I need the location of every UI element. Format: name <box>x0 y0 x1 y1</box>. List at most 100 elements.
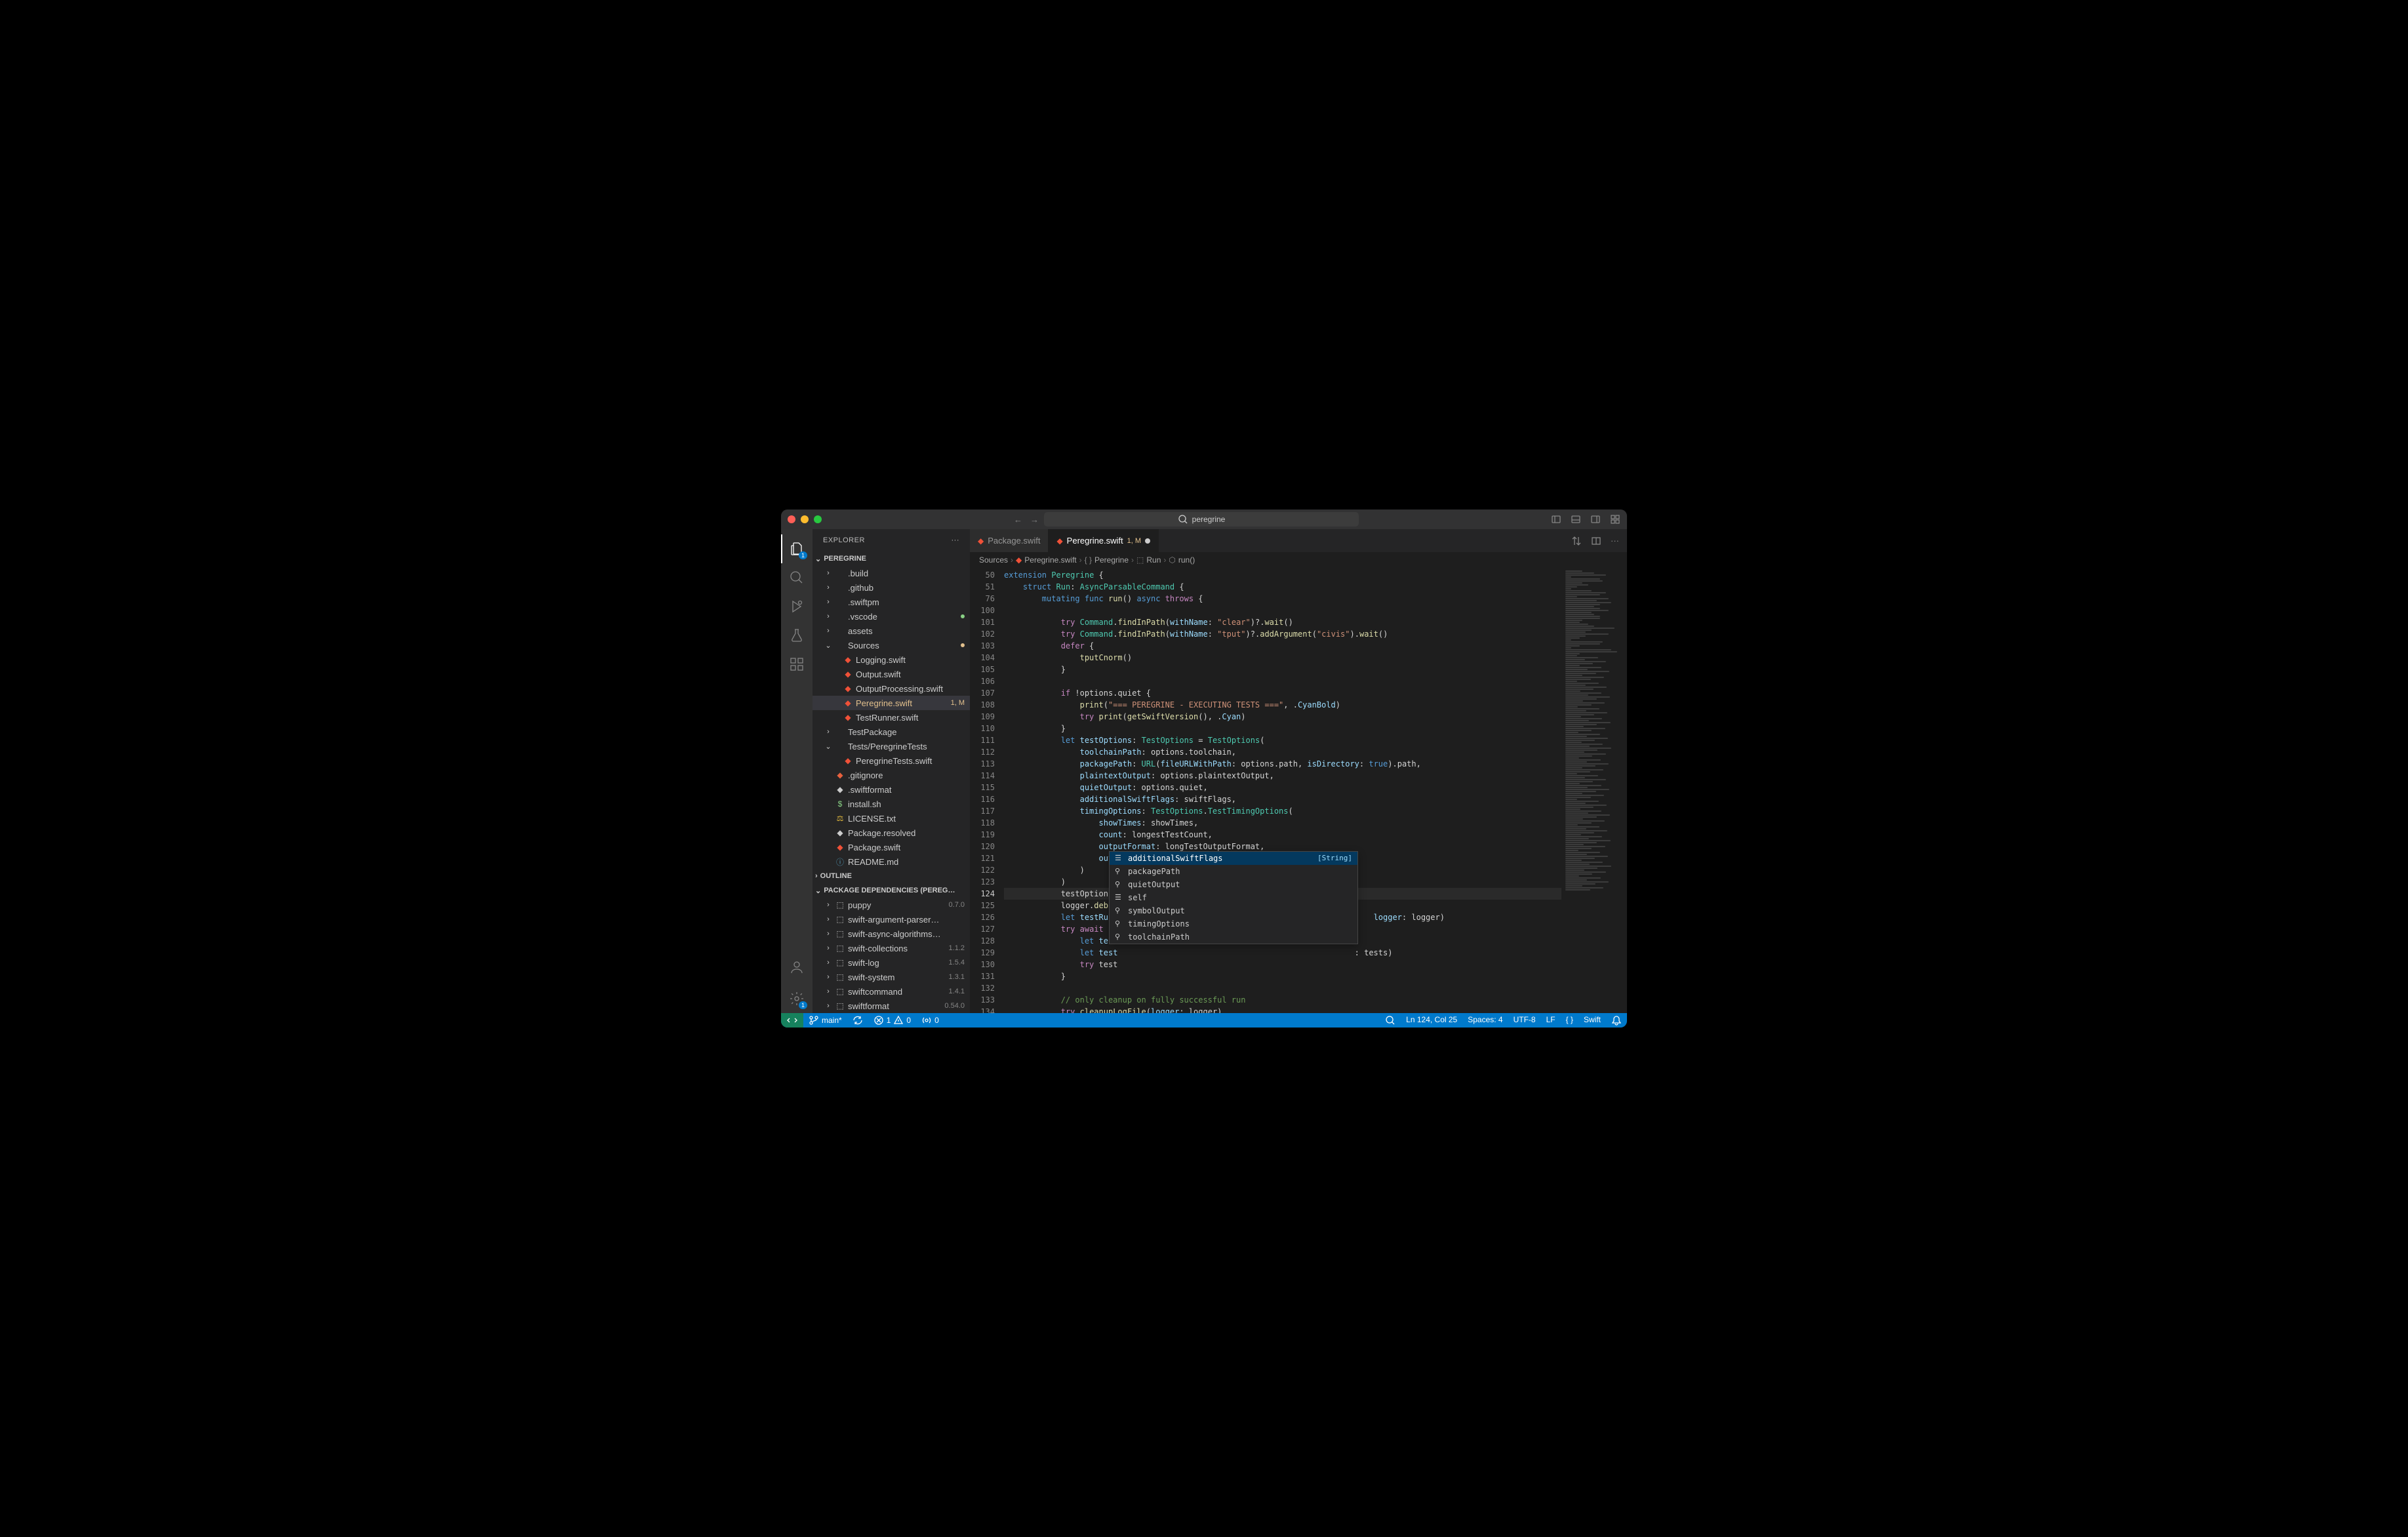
tree-item[interactable]: ›assets <box>813 624 970 638</box>
layout-sidebar-right-icon[interactable] <box>1590 514 1601 525</box>
line-number[interactable]: 133 <box>970 994 995 1006</box>
split-editor-icon[interactable] <box>1591 536 1601 546</box>
suggest-item[interactable]: ⚲symbolOutput <box>1110 904 1357 917</box>
indentation[interactable]: Spaces: 4 <box>1462 1015 1508 1024</box>
minimap[interactable] <box>1561 568 1627 1013</box>
code-area[interactable]: extension Peregrine { struct Run: AsyncP… <box>1004 568 1561 1013</box>
line-number[interactable]: 101 <box>970 616 995 628</box>
line-number[interactable]: 108 <box>970 699 995 711</box>
tree-item[interactable]: ◆Package.resolved <box>813 826 970 840</box>
dep-item[interactable]: ›⬚swift-argument-parser… <box>813 912 970 927</box>
line-number[interactable]: 118 <box>970 817 995 829</box>
line-number[interactable]: 106 <box>970 675 995 687</box>
tree-item[interactable]: ◆Logging.swift <box>813 652 970 667</box>
tree-item[interactable]: ◆Output.swift <box>813 667 970 681</box>
dep-item[interactable]: ›⬚swift-collections1.1.2 <box>813 941 970 955</box>
editor-tab[interactable]: ◆Package.swift <box>970 529 1049 552</box>
line-number[interactable]: 50 <box>970 569 995 581</box>
line-number[interactable]: 130 <box>970 959 995 970</box>
line-number[interactable]: 109 <box>970 711 995 723</box>
activity-extensions[interactable] <box>781 650 813 679</box>
dep-item[interactable]: ›⬚puppy0.7.0 <box>813 898 970 912</box>
project-section-header[interactable]: ⌄ PEREGRINE <box>813 551 970 566</box>
activity-search[interactable] <box>781 563 813 592</box>
radio-button[interactable]: 0 <box>916 1013 944 1028</box>
tree-item[interactable]: ◆PeregrineTests.swift <box>813 753 970 768</box>
layout-panel-icon[interactable] <box>1571 514 1581 525</box>
breadcrumb-item[interactable]: Sources <box>979 555 1008 565</box>
line-number[interactable]: 51 <box>970 581 995 593</box>
line-number[interactable]: 111 <box>970 734 995 746</box>
line-number[interactable]: 128 <box>970 935 995 947</box>
nav-forward-button[interactable]: → <box>1030 515 1039 525</box>
line-number[interactable]: 131 <box>970 970 995 982</box>
tree-item[interactable]: ◆OutputProcessing.swift <box>813 681 970 696</box>
tree-item[interactable]: ◆TestRunner.swift <box>813 710 970 725</box>
tree-item[interactable]: ›.build <box>813 566 970 580</box>
nav-back-button[interactable]: ← <box>1014 515 1022 525</box>
suggest-item[interactable]: ☰self <box>1110 891 1357 904</box>
tree-item[interactable]: ›.vscode <box>813 609 970 624</box>
line-number[interactable]: 105 <box>970 664 995 675</box>
activity-testing[interactable] <box>781 621 813 650</box>
tree-item[interactable]: ◆Peregrine.swift1, M <box>813 696 970 710</box>
line-number[interactable]: 121 <box>970 852 995 864</box>
line-number[interactable]: 132 <box>970 982 995 994</box>
line-number[interactable]: 119 <box>970 829 995 841</box>
sync-button[interactable] <box>847 1013 868 1028</box>
line-number[interactable]: 126 <box>970 911 995 923</box>
suggest-item[interactable]: ⚲packagePath <box>1110 865 1357 878</box>
search-toggle[interactable] <box>1380 1015 1401 1026</box>
tree-item[interactable]: ◆Package.swift <box>813 840 970 854</box>
line-number[interactable]: 116 <box>970 793 995 805</box>
layout-customize-icon[interactable] <box>1610 514 1620 525</box>
line-number[interactable]: 113 <box>970 758 995 770</box>
problems-button[interactable]: 1 0 <box>868 1013 916 1028</box>
outline-section-header[interactable]: › OUTLINE <box>813 869 970 883</box>
suggest-item[interactable]: ⚲timingOptions <box>1110 917 1357 930</box>
dep-item[interactable]: ›⬚swift-system1.3.1 <box>813 970 970 984</box>
eol[interactable]: LF <box>1541 1015 1561 1024</box>
deps-section-header[interactable]: ⌄ PACKAGE DEPENDENCIES (PEREG… <box>813 883 970 898</box>
dep-item[interactable]: ›⬚swift-log1.5.4 <box>813 955 970 970</box>
tree-item[interactable]: ⓘREADME.md <box>813 854 970 869</box>
tree-item[interactable]: ◆.swiftformat <box>813 782 970 797</box>
breadcrumb-item[interactable]: Peregrine <box>1094 555 1129 565</box>
line-number[interactable]: 115 <box>970 782 995 793</box>
dep-item[interactable]: ›⬚swiftformat0.54.0 <box>813 999 970 1013</box>
dep-item[interactable]: ›⬚swiftcommand1.4.1 <box>813 984 970 999</box>
maximize-window-button[interactable] <box>814 515 822 523</box>
line-number[interactable]: 134 <box>970 1006 995 1013</box>
tree-item[interactable]: ⌄Sources <box>813 638 970 652</box>
tree-item[interactable]: ⚖LICENSE.txt <box>813 811 970 826</box>
minimize-window-button[interactable] <box>801 515 809 523</box>
dep-item[interactable]: ›⬚swift-async-algorithms… <box>813 927 970 941</box>
tree-item[interactable]: ›.swiftpm <box>813 595 970 609</box>
tree-item[interactable]: ›TestPackage <box>813 725 970 739</box>
suggest-item[interactable]: ☰additionalSwiftFlags[String] <box>1110 852 1357 865</box>
tree-item[interactable]: ◆.gitignore <box>813 768 970 782</box>
line-number[interactable]: 107 <box>970 687 995 699</box>
notifications[interactable] <box>1606 1015 1627 1026</box>
tree-item[interactable]: ›.github <box>813 580 970 595</box>
language-mode[interactable]: Swift <box>1578 1015 1606 1024</box>
branch-button[interactable]: main* <box>803 1013 847 1028</box>
activity-account[interactable] <box>781 953 813 982</box>
cursor-position[interactable]: Ln 124, Col 25 <box>1401 1015 1462 1024</box>
compare-icon[interactable] <box>1571 536 1582 546</box>
line-number[interactable]: 127 <box>970 923 995 935</box>
more-actions-icon[interactable]: ··· <box>1611 536 1619 546</box>
line-number[interactable]: 104 <box>970 652 995 664</box>
tree-item[interactable]: ⌄Tests/PeregrineTests <box>813 739 970 753</box>
activity-settings[interactable]: 1 <box>781 984 813 1013</box>
sidebar-more-icon[interactable]: ··· <box>952 536 960 544</box>
line-number[interactable]: 129 <box>970 947 995 959</box>
line-number[interactable]: 123 <box>970 876 995 888</box>
editor-tab[interactable]: ◆Peregrine.swift1, M <box>1049 529 1159 552</box>
encoding[interactable]: UTF-8 <box>1508 1015 1541 1024</box>
line-number[interactable]: 110 <box>970 723 995 734</box>
activity-explorer[interactable]: 1 <box>781 534 813 563</box>
suggest-widget[interactable]: ☰additionalSwiftFlags[String]⚲packagePat… <box>1109 851 1358 944</box>
suggest-item[interactable]: ⚲toolchainPath <box>1110 930 1357 944</box>
line-number[interactable]: 117 <box>970 805 995 817</box>
